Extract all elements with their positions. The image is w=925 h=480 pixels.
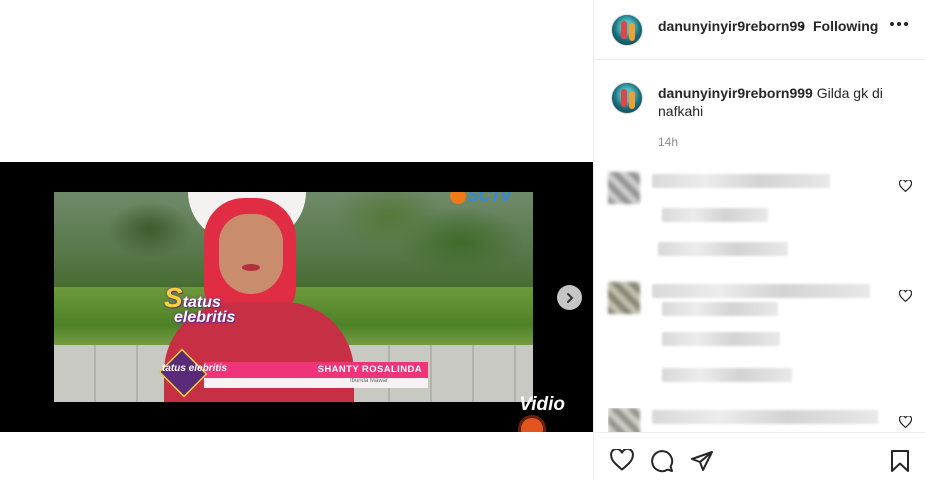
bookmark-icon[interactable] bbox=[890, 449, 910, 473]
record-icon bbox=[518, 415, 546, 432]
author-avatar[interactable] bbox=[611, 14, 643, 46]
comment-like-icon[interactable] bbox=[899, 290, 912, 302]
channel-logo: SCTV bbox=[449, 192, 512, 206]
comment-item bbox=[608, 282, 920, 382]
send-icon[interactable] bbox=[690, 449, 714, 473]
post-caption: danunyinyir9reborn999 Gilda gk di nafkah… bbox=[658, 84, 913, 120]
post-header: danunyinyir9reborn99 • Following bbox=[594, 0, 925, 60]
author-username[interactable]: danunyinyir9reborn99 bbox=[658, 18, 805, 34]
comment-icon[interactable] bbox=[650, 449, 674, 473]
more-options-icon[interactable] bbox=[890, 22, 908, 26]
video-frame: SCTV Status elebritis SHANTY ROSALINDA I… bbox=[54, 192, 533, 402]
following-button[interactable]: Following bbox=[813, 18, 878, 34]
caption-username[interactable]: danunyinyir9reborn999 bbox=[658, 85, 813, 101]
heart-icon[interactable] bbox=[610, 449, 634, 471]
lower-third: SHANTY ROSALINDA Ibunda Mawar tatus eleb… bbox=[158, 348, 428, 398]
show-badge-text: tatus elebritis bbox=[162, 363, 228, 374]
next-media-button[interactable] bbox=[557, 285, 582, 310]
channel-logo-text: SCTV bbox=[467, 192, 512, 205]
comment-item bbox=[608, 172, 920, 262]
video-player[interactable]: SCTV Status elebritis SHANTY ROSALINDA I… bbox=[0, 162, 593, 432]
comment-avatar[interactable] bbox=[608, 408, 640, 432]
comment-avatar[interactable] bbox=[608, 172, 640, 204]
lower-third-bar: SHANTY ROSALINDA bbox=[204, 362, 428, 378]
chevron-right-icon bbox=[566, 292, 573, 303]
vidio-watermark: Vidio bbox=[519, 394, 565, 415]
header-separator: • bbox=[800, 18, 805, 34]
caption-avatar[interactable] bbox=[611, 82, 643, 114]
post-timestamp[interactable]: 14h bbox=[658, 135, 678, 149]
comment-like-icon[interactable] bbox=[899, 416, 912, 428]
comment-avatar[interactable] bbox=[608, 282, 640, 314]
lower-third-role: Ibunda Mawar bbox=[349, 378, 388, 384]
post-actions bbox=[594, 432, 925, 480]
lower-third-name: SHANTY ROSALINDA bbox=[317, 364, 422, 375]
show-logo: Status elebritis bbox=[164, 282, 236, 326]
comment-like-icon[interactable] bbox=[899, 180, 912, 192]
comment-item bbox=[608, 408, 920, 432]
lower-third-sub: Ibunda Mawar bbox=[204, 378, 428, 388]
post-side-panel: danunyinyir9reborn99 • Following danunyi… bbox=[593, 0, 925, 480]
media-area: SCTV Status elebritis SHANTY ROSALINDA I… bbox=[0, 0, 593, 480]
post-viewer: SCTV Status elebritis SHANTY ROSALINDA I… bbox=[0, 0, 925, 480]
